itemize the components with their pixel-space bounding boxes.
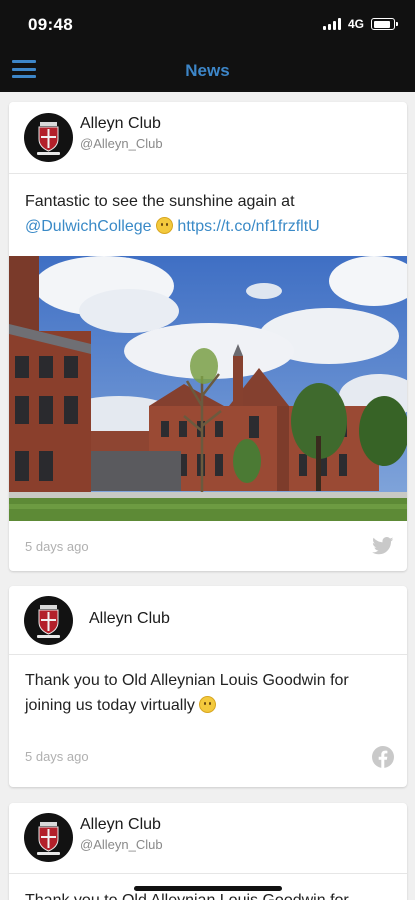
battery-icon — [371, 18, 398, 30]
divider — [9, 654, 407, 655]
mention-link[interactable]: @DulwichCollege — [25, 218, 152, 235]
facebook-icon[interactable] — [372, 746, 394, 773]
status-time: 09:48 — [28, 15, 73, 34]
twitter-icon[interactable] — [372, 537, 394, 560]
news-post-card[interactable]: Alleyn Club @Alleyn_Club Fantastic to se… — [9, 102, 407, 571]
post-author-name: Alleyn Club — [80, 816, 161, 833]
alleyn-club-crest-avatar — [24, 113, 73, 162]
dulwich-college-building-photo[interactable] — [9, 256, 407, 521]
cellular-signal-icon — [322, 18, 341, 30]
status-icons: 4G — [322, 17, 398, 31]
post-author-handle: @Alleyn_Club — [80, 837, 163, 852]
smiling-face-emoji-icon — [155, 217, 173, 234]
network-type: 4G — [347, 17, 364, 31]
post-author-name: Alleyn Club — [80, 115, 161, 132]
divider — [9, 873, 407, 874]
post-text: Thank you to Old Alleynian Louis Goodwin… — [25, 668, 387, 718]
divider — [9, 173, 407, 174]
post-timestamp: 5 days ago — [25, 539, 89, 554]
grinning-face-emoji-icon — [199, 696, 217, 713]
alleyn-club-crest-avatar — [24, 596, 73, 645]
post-text-body: Thank you to Old Alleynian Louis Goodwin… — [25, 672, 349, 714]
post-author-handle: @Alleyn_Club — [80, 136, 163, 151]
post-timestamp: 5 days ago — [25, 749, 89, 764]
nav-bar: News — [0, 48, 415, 92]
news-feed[interactable]: Alleyn Club @Alleyn_Club Fantastic to se… — [0, 92, 415, 900]
post-author-name: Alleyn Club — [89, 610, 170, 627]
alleyn-club-crest-avatar — [24, 813, 73, 862]
status-bar: 09:48 4G — [0, 0, 415, 48]
url-link[interactable]: https://t.co/nf1frzfltU — [177, 218, 319, 235]
page-title: News — [185, 61, 230, 80]
post-text: Fantastic to see the sunshine again at @… — [25, 189, 387, 239]
home-indicator[interactable] — [134, 886, 282, 891]
news-post-card[interactable]: Alleyn Club Thank you to Old Alleynian L… — [9, 586, 407, 787]
post-text-body: Fantastic to see the sunshine again at — [25, 193, 295, 210]
